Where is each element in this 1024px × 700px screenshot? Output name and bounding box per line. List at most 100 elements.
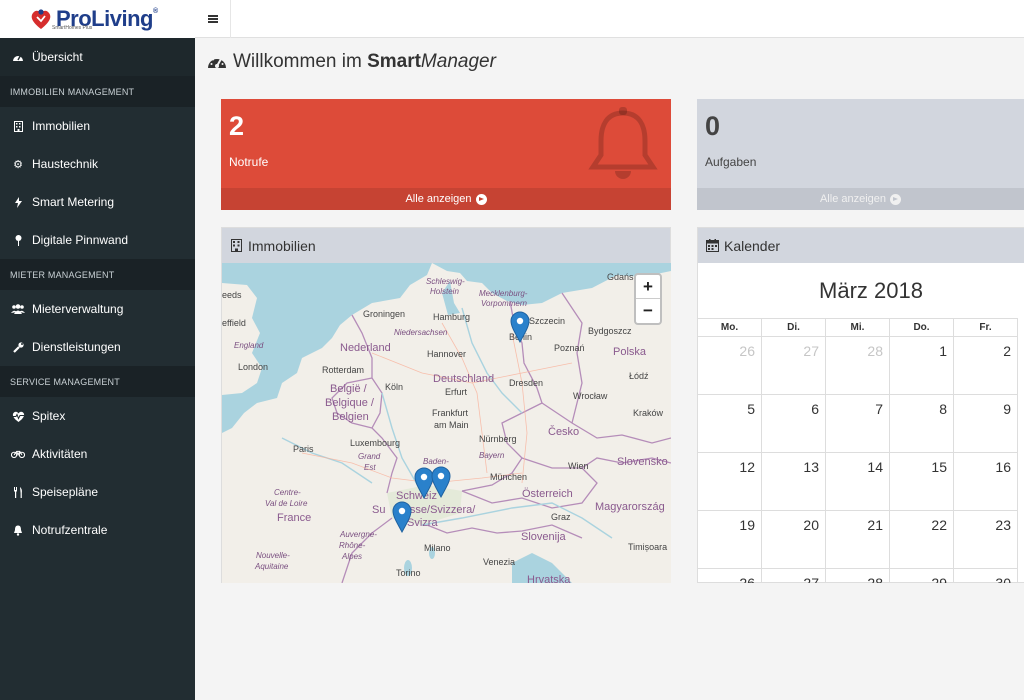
map-marker-berlin[interactable] — [510, 311, 530, 343]
sidebar-item-speiseplaene[interactable]: Speisepläne — [0, 473, 195, 511]
map-label: England — [234, 341, 264, 350]
calendar-day[interactable]: 27 — [762, 336, 826, 394]
sidebar-item-spitex[interactable]: Spitex — [0, 397, 195, 435]
dashboard-icon — [11, 52, 25, 62]
map-label: Est — [364, 463, 376, 472]
calendar-day[interactable]: 12 — [698, 452, 762, 510]
sidebar-header-service: SERVICE MANAGEMENT — [0, 366, 195, 397]
heartbeat-icon — [11, 411, 25, 422]
sidebar-toggle-button[interactable] — [195, 0, 231, 38]
bell-icon — [11, 525, 25, 536]
map-label: Groningen — [363, 309, 406, 319]
calendar-day[interactable]: 6 — [762, 394, 826, 452]
sidebar-item-label: Spitex — [32, 409, 66, 423]
sidebar-item-label: Aktivitäten — [32, 447, 88, 461]
sidebar-item-aktivitaeten[interactable]: Aktivitäten — [0, 435, 195, 473]
page-title-bold: Smart — [367, 51, 421, 72]
map[interactable]: Gdańs eeds effield England London Gronin… — [222, 263, 671, 583]
calendar-day[interactable]: 22 — [890, 510, 954, 568]
calendar-day[interactable]: 13 — [762, 452, 826, 510]
calendar-grid: Mo. Di. Mi. Do. Fr. 26 27 28 1 2 5 6 7 8… — [698, 318, 1024, 583]
map-label: Nederland — [340, 342, 391, 354]
page-title-prefix: Willkommen im — [233, 51, 368, 72]
map-label: Poznań — [554, 343, 585, 353]
map-marker-zurich-2[interactable] — [431, 466, 451, 498]
wrench-icon — [11, 341, 25, 353]
calendar-day[interactable]: 5 — [698, 394, 762, 452]
map-label: Schleswig- — [426, 277, 465, 286]
panel-header: Immobilien — [222, 228, 670, 263]
sidebar-item-digitale-pinnwand[interactable]: Digitale Pinnwand — [0, 221, 195, 259]
calendar-day[interactable]: 9 — [954, 394, 1018, 452]
sidebar-item-notrufzentrale[interactable]: Notrufzentrale — [0, 511, 195, 549]
map-label: Szczecin — [529, 316, 566, 326]
bolt-icon — [11, 196, 25, 208]
calendar-day[interactable]: 28 — [826, 336, 890, 394]
weekday-header: Do. — [890, 318, 954, 336]
hamburger-icon — [207, 18, 218, 20]
calendar-day[interactable]: 23 — [954, 510, 1018, 568]
calendar-day[interactable]: 26 — [698, 568, 762, 583]
calendar-day[interactable]: 16 — [954, 452, 1018, 510]
sidebar-item-label: Dienstleistungen — [32, 340, 121, 354]
calendar-day[interactable]: 8 — [890, 394, 954, 452]
sidebar-item-immobilien[interactable]: Immobilien — [0, 107, 195, 145]
map-label: Wrocław — [573, 391, 608, 401]
map-label: Polska — [613, 346, 647, 358]
map-label: Dresden — [509, 378, 544, 388]
calendar-day[interactable]: 21 — [826, 510, 890, 568]
map-label: Slovenija — [521, 531, 566, 543]
map-label: Baden- — [423, 457, 449, 466]
calendar-day[interactable]: 20 — [762, 510, 826, 568]
zoom-out-button[interactable]: − — [636, 299, 660, 323]
brand-subtitle: SmartHomes Plus — [52, 25, 93, 31]
map-label: Łódź — [629, 371, 649, 381]
logo[interactable]: ProLiving® SmartHomes Plus — [0, 0, 195, 38]
sidebar-item-uebersicht[interactable]: Übersicht — [0, 38, 195, 76]
sidebar-item-haustechnik[interactable]: ⚙ Haustechnik — [0, 145, 195, 183]
panel-header: Kalender — [698, 228, 1024, 263]
aufgaben-show-all-link[interactable]: Alle anzeigen — [697, 188, 1024, 210]
calendar-day[interactable]: 29 — [890, 568, 954, 583]
sidebar-item-dienstleistungen[interactable]: Dienstleistungen — [0, 328, 195, 366]
calendar-day[interactable]: 15 — [890, 452, 954, 510]
users-icon — [11, 304, 25, 314]
calendar-day[interactable]: 27 — [762, 568, 826, 583]
map-label: Deutschland — [433, 373, 495, 385]
map-label: Nouvelle- — [256, 551, 290, 560]
map-marker-bern[interactable] — [392, 501, 412, 533]
map-label: Bayern — [479, 451, 505, 460]
immobilien-panel: Immobilien Gdańs eeds effield England Lo… — [221, 227, 671, 583]
calendar-day[interactable]: 7 — [826, 394, 890, 452]
bell-icon — [588, 107, 658, 179]
map-label: Holstein — [430, 287, 459, 296]
calendar-week-row: 12 13 14 15 16 — [698, 452, 1024, 510]
calendar-day[interactable]: 1 — [890, 336, 954, 394]
sidebar-item-mieterverwaltung[interactable]: Mieterverwaltung — [0, 290, 195, 328]
notrufe-show-all-link[interactable]: Alle anzeigen — [221, 188, 671, 210]
map-label: Grand — [358, 452, 381, 461]
map-label: Val de Loire — [265, 499, 308, 508]
map-label: Mecklenburg- — [479, 289, 528, 298]
link-label: Alle anzeigen — [819, 193, 887, 205]
map-label: Alpes — [342, 552, 363, 561]
map-label: Graz — [551, 512, 571, 522]
map-label: Hamburg — [433, 312, 471, 322]
sidebar-header-immobilien: IMMOBILIEN MANAGEMENT — [0, 76, 195, 107]
calendar-day[interactable]: 30 — [954, 568, 1018, 583]
panel-title: Kalender — [724, 237, 781, 254]
calendar-day[interactable]: 19 — [698, 510, 762, 568]
calendar-day[interactable]: 14 — [826, 452, 890, 510]
calendar-day[interactable]: 2 — [954, 336, 1018, 394]
sidebar-item-label: Digitale Pinnwand — [32, 233, 129, 247]
aufgaben-box: 0 Aufgaben Alle anzeigen — [697, 99, 1024, 210]
zoom-in-button[interactable]: + — [636, 275, 660, 299]
calendar-day[interactable]: 26 — [698, 336, 762, 394]
calendar-day[interactable]: 28 — [826, 568, 890, 583]
panel-title: Immobilien — [248, 237, 316, 254]
map-label: Österreich — [522, 488, 573, 500]
map-label: am Main — [434, 420, 469, 430]
map-label: Hrvatska — [527, 574, 571, 583]
sidebar-item-smart-metering[interactable]: Smart Metering — [0, 183, 195, 221]
map-label: Erfurt — [445, 387, 468, 397]
